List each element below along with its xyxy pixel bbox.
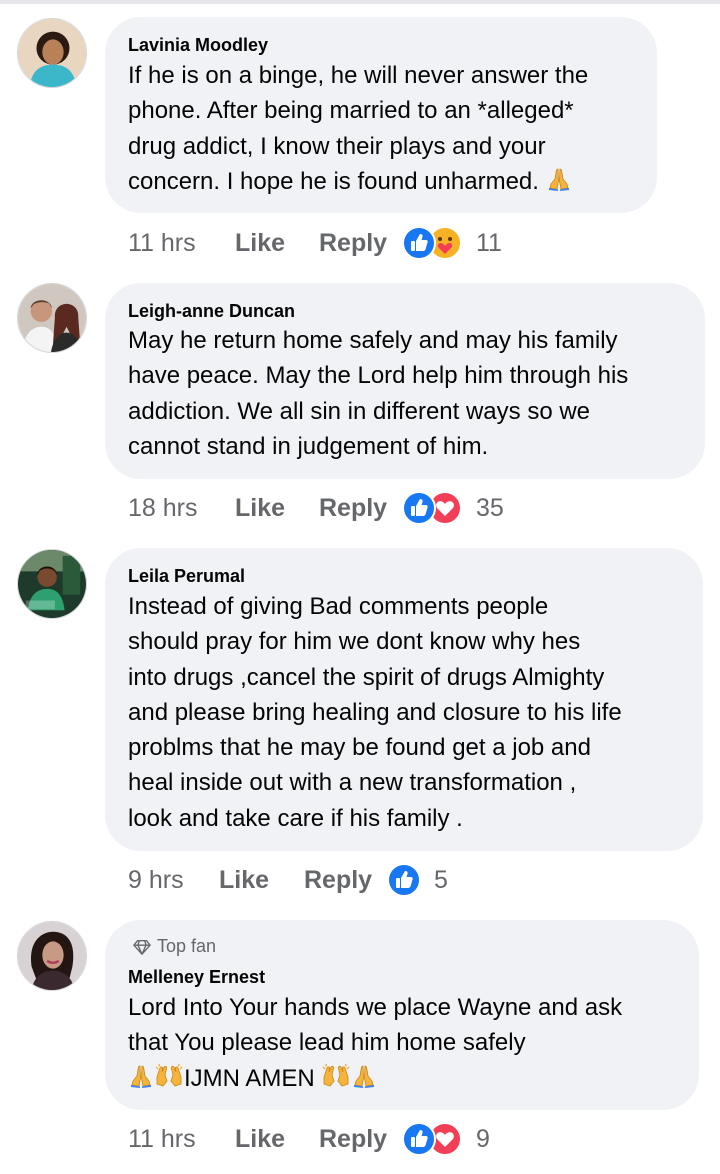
reaction-summary[interactable] xyxy=(402,491,472,525)
folded-hands-emoji xyxy=(128,1063,154,1089)
like-button[interactable]: Like xyxy=(235,488,285,528)
commenter-name[interactable]: Leigh-anne Duncan xyxy=(128,301,295,322)
folded-hands-emoji xyxy=(546,166,572,192)
comment-actions: 11 hrs Like Reply 9 xyxy=(128,1119,548,1159)
avatar[interactable] xyxy=(17,921,87,991)
reaction-count[interactable]: 35 xyxy=(476,488,504,528)
reply-button[interactable]: Reply xyxy=(319,488,387,528)
comment-text: Lord Into Your hands we place Wayne and … xyxy=(128,990,622,1096)
commenter-name[interactable]: Leila Perumal xyxy=(128,566,245,587)
like-icon xyxy=(402,491,436,525)
folded-hands-emoji xyxy=(351,1063,377,1089)
avatar[interactable] xyxy=(17,18,87,88)
comment-body: If he is on a binge, he will never answe… xyxy=(128,62,589,195)
comment-timestamp[interactable]: 18 hrs xyxy=(128,488,197,528)
top-fan-label: Top fan xyxy=(157,936,217,956)
comment-actions: 9 hrs Like Reply 5 xyxy=(128,860,528,900)
avatar[interactable] xyxy=(17,283,87,353)
reaction-count[interactable]: 5 xyxy=(434,860,448,900)
comment-tail: IJMN AMEN xyxy=(184,1064,315,1092)
reaction-summary[interactable] xyxy=(387,863,423,897)
like-icon xyxy=(387,863,421,897)
reply-button[interactable]: Reply xyxy=(319,223,387,263)
commenter-name[interactable]: Lavinia Moodley xyxy=(128,35,268,56)
like-button[interactable]: Like xyxy=(219,860,269,900)
top-fan-badge: Top fan xyxy=(133,936,216,957)
diamond-icon xyxy=(133,938,151,956)
raising-hands-emoji xyxy=(321,1063,351,1089)
comment-text: May he return home safely and may his fa… xyxy=(128,327,629,460)
reaction-summary[interactable] xyxy=(402,1122,472,1156)
reply-button[interactable]: Reply xyxy=(304,860,372,900)
reaction-count[interactable]: 11 xyxy=(476,223,502,263)
raising-hands-emoji xyxy=(154,1063,184,1089)
reaction-count[interactable]: 9 xyxy=(476,1119,490,1159)
comment-timestamp[interactable]: 11 hrs xyxy=(128,223,196,263)
like-icon xyxy=(402,226,436,260)
like-icon xyxy=(402,1122,436,1156)
comment-body: Lord Into Your hands we place Wayne and … xyxy=(128,994,623,1057)
reaction-summary[interactable] xyxy=(402,226,472,260)
comment-actions: 11 hrs Like Reply 11 xyxy=(128,223,548,263)
reply-button[interactable]: Reply xyxy=(319,1119,387,1159)
comment-text: Instead of giving Bad comments people sh… xyxy=(128,593,622,832)
comment-timestamp[interactable]: 9 hrs xyxy=(128,860,184,900)
like-button[interactable]: Like xyxy=(235,223,285,263)
avatar[interactable] xyxy=(17,549,87,619)
like-button[interactable]: Like xyxy=(235,1119,285,1159)
comment-actions: 18 hrs Like Reply 35 xyxy=(128,488,548,528)
comment-timestamp[interactable]: 11 hrs xyxy=(128,1119,196,1159)
top-divider xyxy=(0,0,720,4)
commenter-name[interactable]: Melleney Ernest xyxy=(128,967,265,988)
comment-text: If he is on a binge, he will never answe… xyxy=(128,58,588,199)
